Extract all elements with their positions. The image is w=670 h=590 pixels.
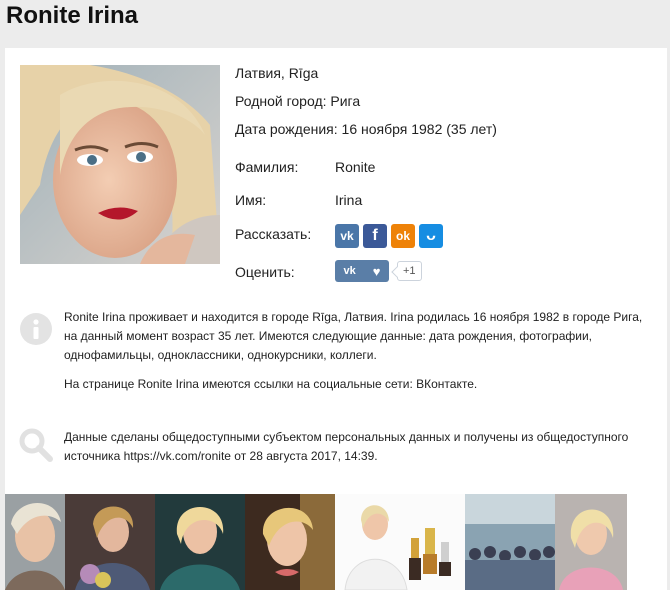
vk-like-button[interactable]: vk ♥ [335, 260, 389, 282]
page-title: Ronite Irina [6, 2, 139, 29]
rate-row: Оценить: vk ♥ +1 [235, 260, 535, 290]
gallery-thumbnail[interactable] [245, 494, 335, 590]
source-text: Данные сделаны общедоступными субъектом … [64, 430, 629, 463]
field-name: Имя: Irina [235, 192, 535, 212]
share-row: Рассказать: vk f ok ᴗ [235, 224, 535, 252]
gallery-thumbnail[interactable] [5, 494, 65, 590]
gallery-thumbnail[interactable] [335, 494, 465, 590]
gallery-thumbnail[interactable] [465, 494, 555, 590]
moimir-icon: ᴗ [426, 227, 436, 244]
heart-icon: ♥ [372, 263, 381, 279]
profile-card: Латвия, Rīga Родной город: Рига Дата рож… [5, 48, 667, 590]
odnoklassniki-icon: ok [395, 229, 410, 243]
field-label: Имя: [235, 192, 267, 208]
location: Латвия, Rīga [235, 65, 319, 81]
field-label: Фамилия: [235, 159, 299, 175]
source-info: Данные сделаны общедоступными субъектом … [64, 428, 654, 476]
birth-date: Дата рождения: 16 ноября 1982 (35 лет) [235, 121, 497, 137]
like-count: +1 [397, 261, 422, 281]
photo-strip [5, 494, 667, 590]
rate-label: Оценить: [235, 264, 295, 280]
gallery-thumbnail[interactable] [555, 494, 627, 590]
share-odnoklassniki-button[interactable]: ok [391, 224, 415, 248]
share-buttons: vk f ok ᴗ [335, 224, 443, 248]
vk-icon: vk [340, 229, 354, 243]
facebook-icon: f [372, 227, 378, 244]
vk-icon: vk [343, 265, 356, 277]
rate-widget: vk ♥ +1 [335, 260, 422, 282]
profile-photo[interactable] [20, 65, 220, 264]
field-surname: Фамилия: Ronite [235, 159, 535, 179]
field-value: Irina [335, 192, 363, 208]
search-icon [19, 428, 53, 462]
gallery-thumbnail[interactable] [65, 494, 155, 590]
field-value: Ronite [335, 159, 376, 175]
gallery-thumbnail[interactable] [155, 494, 245, 590]
share-facebook-button[interactable]: f [363, 224, 387, 248]
description-paragraph: Ronite Irina проживает и находится в гор… [64, 310, 643, 362]
share-vk-button[interactable]: vk [335, 224, 359, 248]
share-moimir-button[interactable]: ᴗ [419, 224, 443, 248]
description: Ronite Irina проживает и находится в гор… [64, 308, 654, 404]
share-label: Рассказать: [235, 226, 312, 242]
info-icon [19, 312, 53, 346]
hometown: Родной город: Рига [235, 93, 361, 109]
description-paragraph: На странице Ronite Irina имеются ссылки … [64, 377, 478, 391]
